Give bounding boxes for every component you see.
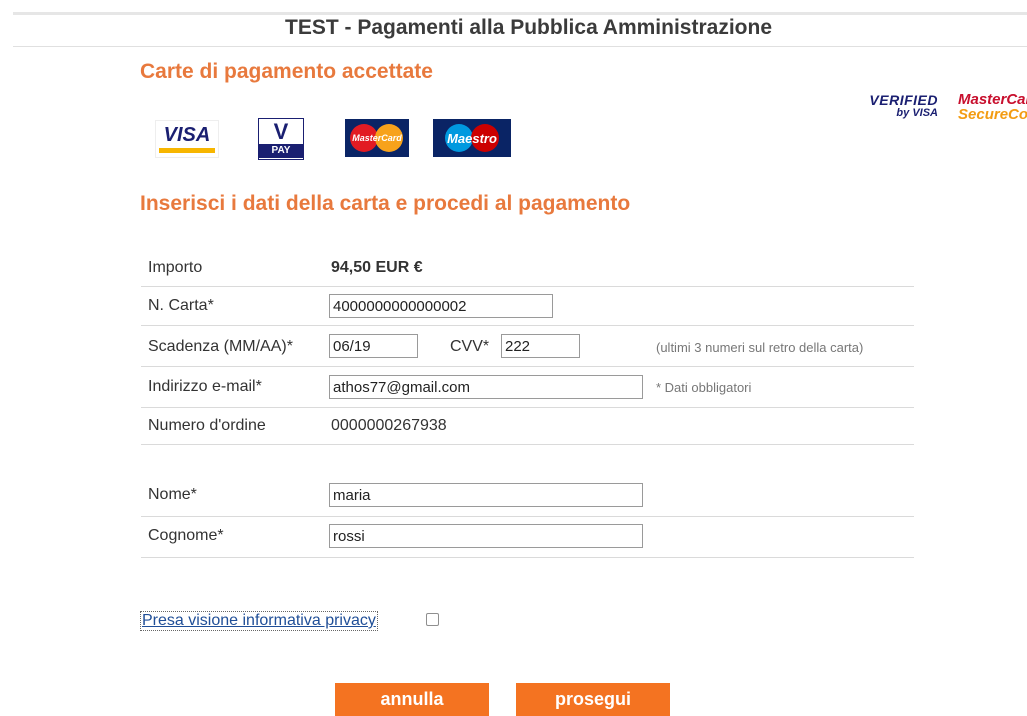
cvv-hint: (ultimi 3 numeri sul retro della carta) xyxy=(656,340,864,355)
mastercard-logo-text: MasterCard xyxy=(352,133,402,143)
mastercard-securecode-logo: MasterCard SecureCode xyxy=(958,92,1027,122)
email-row: Indirizzo e-mail* * Dati obbligatori xyxy=(141,367,914,408)
cancel-button[interactable]: annulla xyxy=(335,683,489,716)
privacy-checkbox[interactable] xyxy=(426,613,439,626)
amount-value: 94,50 EUR € xyxy=(331,259,423,276)
verified-by-visa-line1: VERIFIED xyxy=(869,92,938,108)
verified-by-visa-line2: by VISA xyxy=(896,107,938,119)
amount-row: Importo 94,50 EUR € xyxy=(141,250,914,287)
top-divider xyxy=(13,12,1027,15)
order-number-label: Numero d'ordine xyxy=(148,417,266,434)
order-number-value: 0000000267938 xyxy=(331,417,447,434)
proceed-button[interactable]: prosegui xyxy=(516,683,670,716)
required-fields-note: * Dati obbligatori xyxy=(656,380,752,395)
vpay-logo-pay: PAY xyxy=(259,144,303,158)
vpay-logo: V PAY xyxy=(258,118,304,160)
card-number-label: N. Carta* xyxy=(148,297,214,314)
mastercard-securecode-line1: MasterCard xyxy=(958,91,1027,108)
last-name-row: Cognome* xyxy=(141,517,914,558)
amount-label: Importo xyxy=(148,259,203,276)
visa-logo: VISA xyxy=(155,120,219,158)
page-title: TEST - Pagamenti alla Pubblica Amministr… xyxy=(285,16,772,39)
expiry-label: Scadenza (MM/AA)* xyxy=(148,338,293,355)
maestro-logo-text: Maestro xyxy=(447,130,497,146)
first-name-label: Nome* xyxy=(148,486,197,503)
visa-logo-text: VISA xyxy=(163,123,211,146)
email-label: Indirizzo e-mail* xyxy=(148,378,262,395)
privacy-policy-link[interactable]: Presa visione informativa privacy xyxy=(140,611,378,631)
accepted-cards-title: Carte di pagamento accettate xyxy=(140,60,433,83)
last-name-label: Cognome* xyxy=(148,527,224,544)
expiry-row: Scadenza (MM/AA)* CVV* (ultimi 3 numeri … xyxy=(141,326,914,367)
mastercard-logo: MasterCard xyxy=(345,119,409,157)
card-number-input[interactable] xyxy=(329,294,553,318)
cvv-input[interactable] xyxy=(501,334,580,358)
card-number-row: N. Carta* xyxy=(141,287,914,326)
card-data-title: Inserisci i dati della carta e procedi a… xyxy=(140,192,631,215)
maestro-logo: Maestro xyxy=(433,119,511,157)
first-name-row: Nome* xyxy=(141,474,914,517)
visa-logo-bar xyxy=(159,147,215,153)
mastercard-securecode-line2: SecureCode xyxy=(958,106,1027,123)
expiry-input[interactable] xyxy=(329,334,418,358)
order-number-row: Numero d'ordine 0000000267938 xyxy=(141,408,914,445)
title-divider xyxy=(13,46,1027,47)
first-name-input[interactable] xyxy=(329,483,643,507)
vpay-logo-v: V xyxy=(273,119,289,144)
email-input[interactable] xyxy=(329,375,643,399)
last-name-input[interactable] xyxy=(329,524,643,548)
verified-by-visa-logo: VERIFIED by VISA xyxy=(866,92,938,120)
cvv-label: CVV* xyxy=(450,338,490,355)
